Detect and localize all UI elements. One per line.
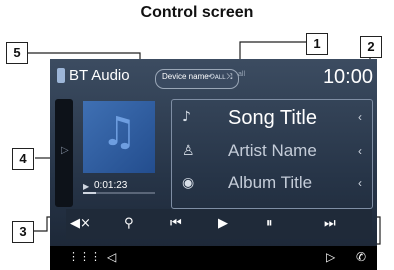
callout-4: 4 [12,148,34,170]
menu-grid-icon[interactable]: ⋮⋮⋮ [68,250,101,263]
control-screen: BT Audio Device name ⟲ALL ⤨ all 10:00 ▷ … [50,59,377,270]
chevron-right-icon: ▷ [61,145,69,156]
signal-indicator: all [238,71,246,78]
phone-call-icon[interactable]: ✆ [356,250,366,264]
repeat-all-icon: ⟲ALL [208,72,226,81]
callout-5: 5 [6,42,28,64]
music-note-icon: ♫ [101,109,137,155]
progress-bar [83,192,155,194]
function-panel-handle[interactable]: ▷ [55,99,73,207]
device-name-label: Device name [162,72,209,81]
control-bar: ◀× ⚲ ⏮ ▶ ⏸ ⏭ [66,209,372,239]
album-row[interactable]: ◉ Album Title ‹ [172,172,372,196]
artist-row[interactable]: ♙ Artist Name ‹ [172,140,372,164]
previous-track-icon[interactable]: ⏮ [170,216,182,231]
back-icon[interactable]: ◁ [107,250,116,264]
artist-name: Artist Name [228,141,317,160]
scroll-text-icon[interactable]: ‹ [358,144,362,158]
album-title: Album Title [228,173,313,192]
artist-icon: ♙ [182,143,195,159]
phone-icon [57,68,65,83]
song-title: Song Title [228,107,317,129]
repeat-mode-label: ALL [214,74,226,81]
music-note-icon: ♪ [182,109,191,125]
progress-fill [83,192,96,194]
clock: 10:00 [322,66,373,88]
play-icon[interactable]: ▶ [218,216,228,231]
song-title-row[interactable]: ♪ Song Title ‹ [172,106,372,130]
forward-icon[interactable]: ▷ [326,250,335,264]
play-status-icon: ▶ [83,182,90,191]
mute-icon[interactable]: ◀× [70,216,91,231]
track-info-panel: ♪ Song Title ‹ ♙ Artist Name ‹ ◉ Album T… [171,99,373,209]
source-title: BT Audio [69,67,130,84]
album-icon: ◉ [182,175,195,191]
scroll-text-icon[interactable]: ‹ [358,176,362,190]
search-icon[interactable]: ⚲ [124,216,134,231]
pause-icon[interactable]: ⏸ [266,216,273,231]
callout-1: 1 [306,33,328,55]
next-track-icon[interactable]: ⏭ [324,216,336,231]
album-artwork[interactable]: ♫ [83,101,155,173]
scroll-text-icon[interactable]: ‹ [358,110,362,124]
status-bar: BT Audio Device name ⟲ALL ⤨ all 10:00 [50,59,377,93]
elapsed-time: 0:01:23 [94,180,128,191]
shuffle-icon: ⤨ [226,72,233,81]
navigation-bar: ⋮⋮⋮ ◁ ▷ ✆ [50,246,377,270]
callout-3: 3 [12,221,34,243]
callout-2: 2 [360,36,382,58]
device-name-button[interactable]: Device name ⟲ALL ⤨ [155,69,239,89]
